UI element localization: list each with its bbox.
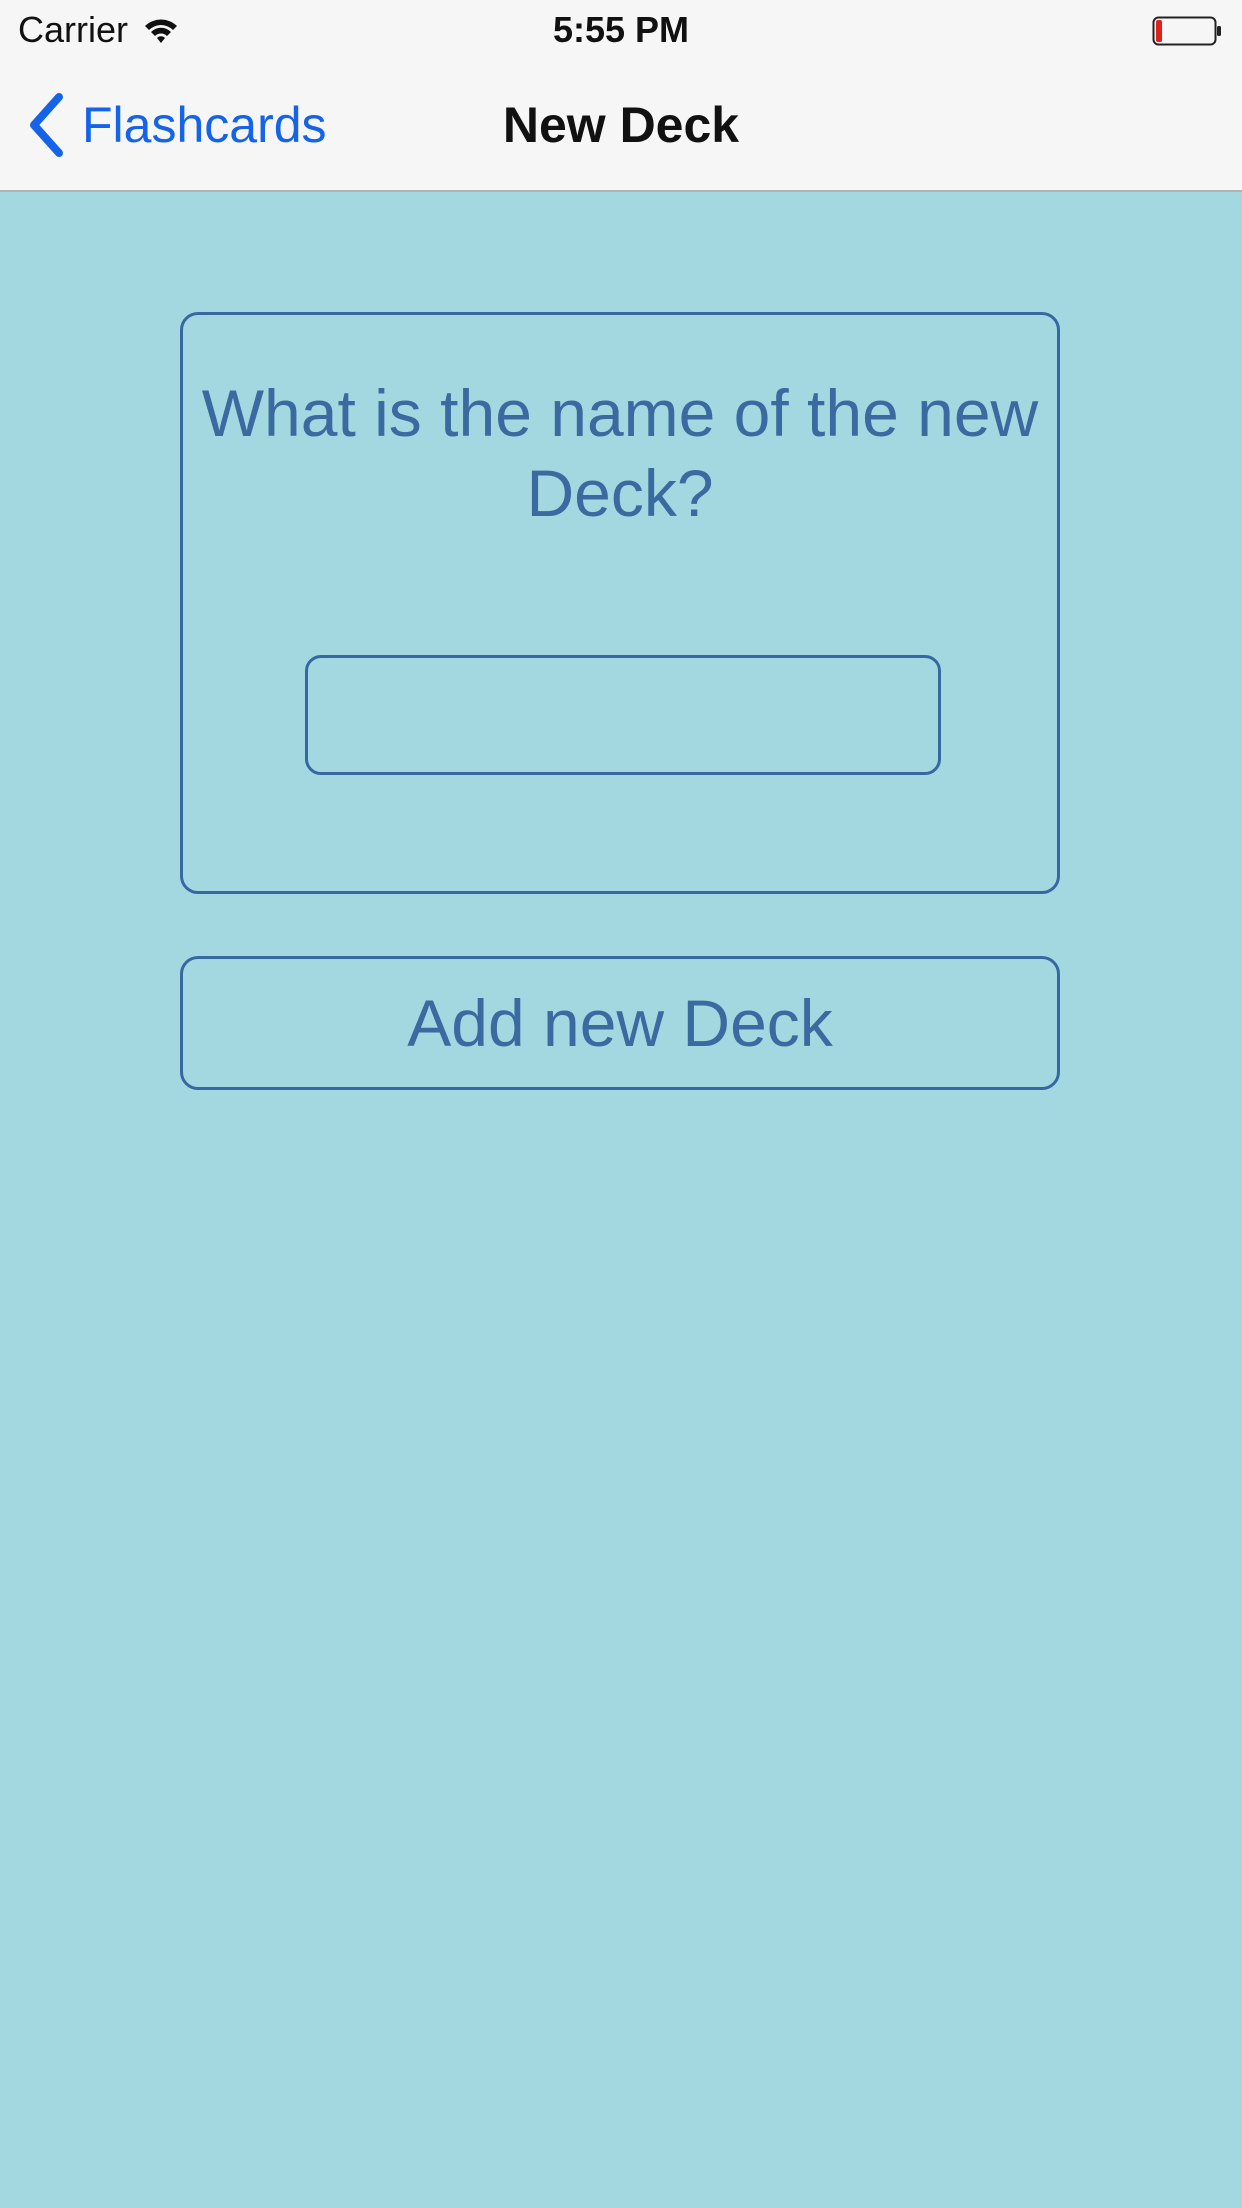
status-bar: Carrier 5:55 PM [0,0,1242,60]
status-time: 5:55 PM [552,9,690,50]
add-new-deck-button[interactable]: Add new Deck [180,956,1060,1090]
navigation-bar: Flashcards New Deck [0,60,1242,192]
deck-name-input[interactable] [305,655,941,775]
deck-name-question: What is the name of the new Deck? [201,376,1039,530]
battery-icon [1152,16,1221,46]
new-deck-card: What is the name of the new Deck? [180,312,1060,894]
page-title: New Deck [502,97,740,153]
